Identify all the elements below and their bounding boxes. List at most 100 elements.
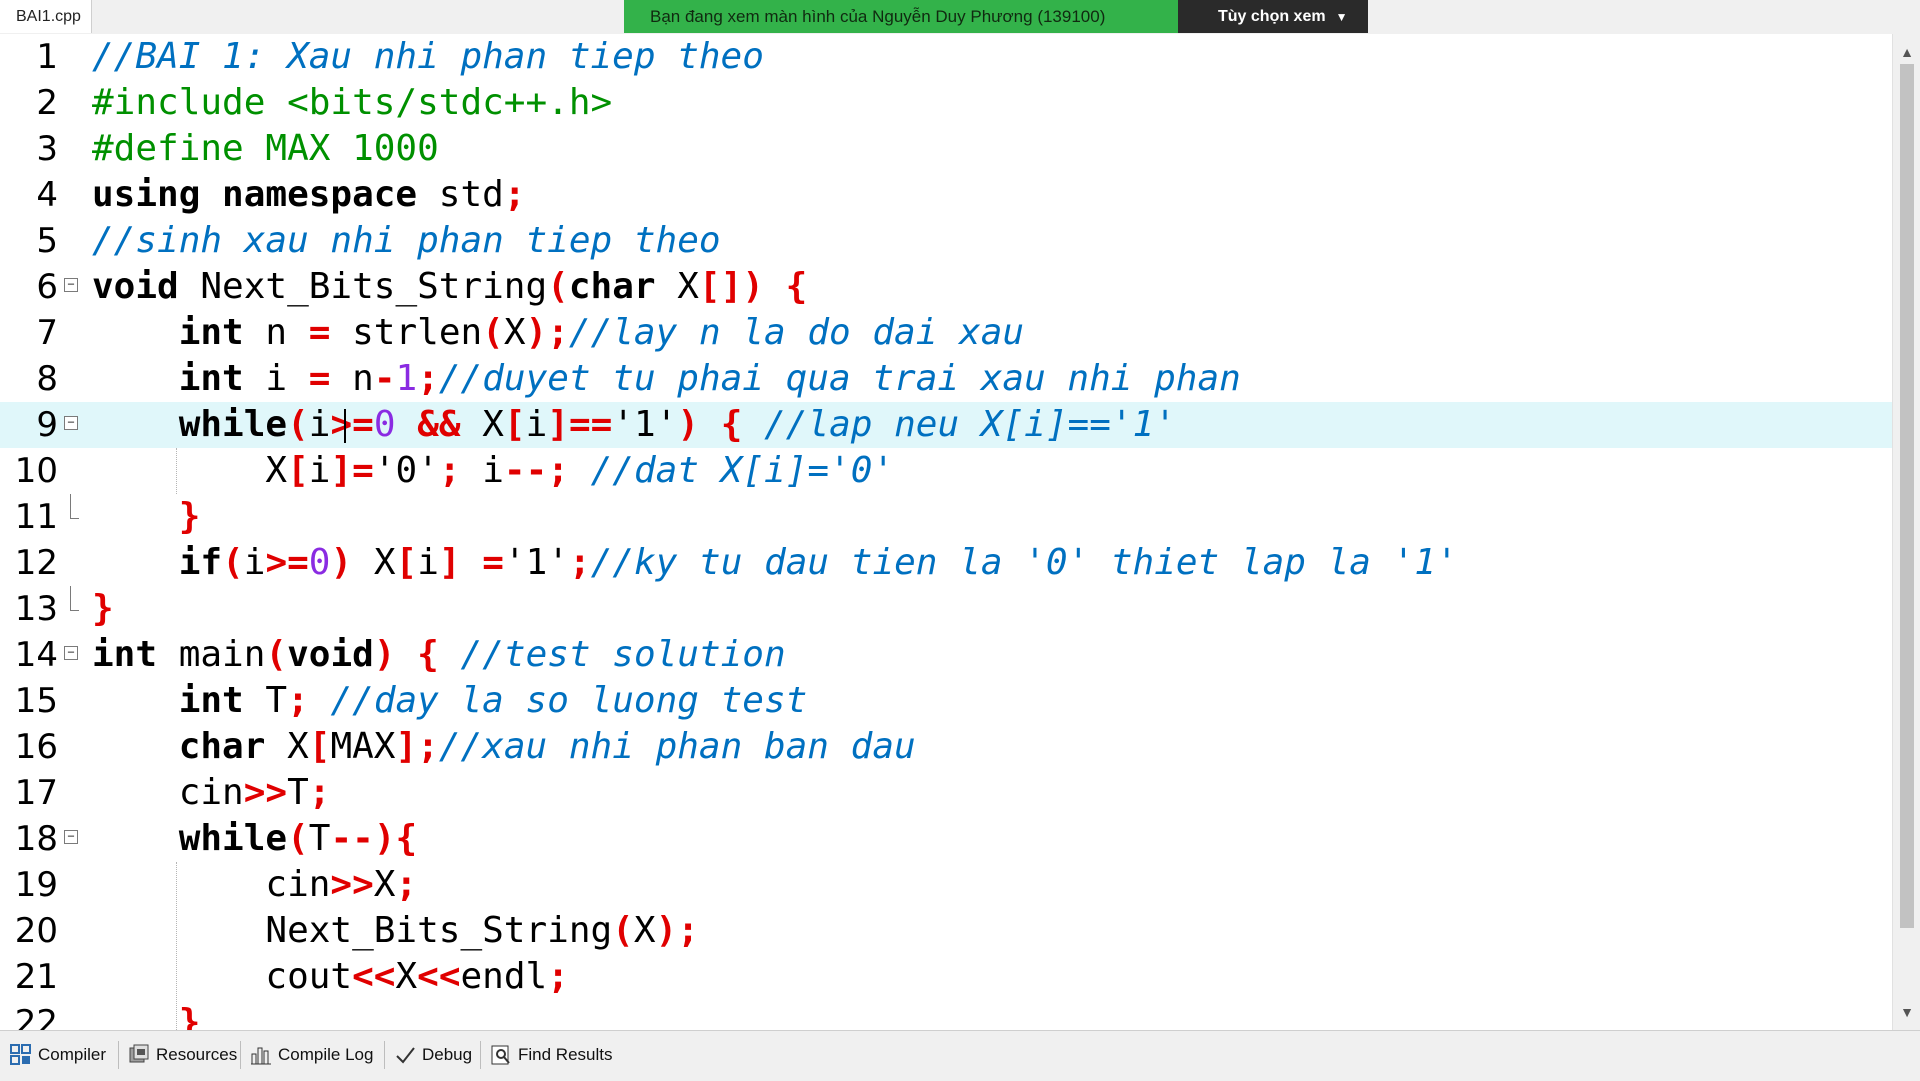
line-number: 8 (36, 359, 58, 399)
indent-guide (176, 862, 177, 1030)
tab-compiler[interactable]: Compiler (10, 1041, 106, 1069)
fold-end-marker (70, 494, 79, 519)
tab-separator (240, 1041, 241, 1069)
code-line: 22 } (0, 1000, 1892, 1030)
code-text: int T; //day la so luong test (178, 680, 808, 721)
code-line: 1 //BAI 1: Xau nhi phan tiep theo (0, 34, 1892, 80)
code-text: //sinh xau nhi phan tiep theo (92, 220, 721, 261)
line-number: 13 (14, 589, 58, 629)
bottom-panel-tabs: Compiler Resources Compile Log Debug Fin… (0, 1030, 1920, 1081)
code-line: 13 } (0, 586, 1892, 632)
indent-guide (176, 448, 177, 494)
code-line: 3 #define MAX 1000 (0, 126, 1892, 172)
fold-collapse-icon[interactable]: − (64, 416, 78, 430)
code-line: 21 cout<<X<<endl; (0, 954, 1892, 1000)
line-number: 14 (14, 635, 58, 675)
code-line: 2 #include <bits/stdc++.h> (0, 80, 1892, 126)
line-number: 12 (14, 543, 58, 583)
resources-icon (128, 1044, 150, 1066)
code-line: 6 − void Next_Bits_String(char X[]) { (0, 264, 1892, 310)
line-number: 20 (14, 911, 58, 951)
tab-separator (384, 1041, 385, 1069)
line-number: 2 (36, 83, 58, 123)
code-text: while(T--){ (178, 818, 418, 859)
tab-compiler-label: Compiler (38, 1045, 107, 1064)
share-banner-text: Bạn đang xem màn hình của Nguyễn Duy Phư… (624, 0, 1178, 33)
code-text: int i = n-1;//duyet tu phai qua trai xau… (178, 358, 1241, 399)
bar-chart-icon (250, 1044, 272, 1066)
compiler-grid-icon (10, 1044, 32, 1066)
fold-collapse-icon[interactable]: − (64, 278, 78, 292)
line-number: 17 (14, 773, 58, 813)
code-text: using namespace std; (92, 174, 526, 215)
line-number: 21 (14, 957, 58, 997)
scrollbar-thumb[interactable] (1900, 64, 1914, 928)
code-line: 14 − int main(void) { //test solution (0, 632, 1892, 678)
file-tab-label: BAI1.cpp (16, 7, 81, 25)
line-number: 5 (36, 221, 58, 261)
line-number: 18 (14, 819, 58, 859)
code-line: 8 int i = n-1;//duyet tu phai qua trai x… (0, 356, 1892, 402)
scroll-up-icon[interactable]: ▲ (1893, 40, 1920, 64)
code-line: 17 cin>>T; (0, 770, 1892, 816)
code-text: cout<<X<<endl; (92, 956, 569, 997)
line-number: 22 (14, 1003, 58, 1030)
tab-find-results-label: Find Results (518, 1045, 613, 1064)
code-text: int main(void) { //test solution (92, 634, 786, 675)
line-number: 15 (14, 681, 58, 721)
find-results-icon (490, 1044, 512, 1066)
code-text: } (92, 588, 114, 629)
code-line: 18 − while(T--){ (0, 816, 1892, 862)
fold-collapse-icon[interactable]: − (64, 830, 78, 844)
file-tab[interactable]: BAI1.cpp (0, 0, 92, 33)
code-text: int n = strlen(X);//lay n la do dai xau (178, 312, 1025, 353)
line-number: 9 (36, 405, 58, 445)
code-text: cin>>T; (92, 772, 331, 813)
view-options-label: Tùy chọn xem (1218, 7, 1326, 25)
line-number: 11 (14, 497, 58, 537)
tab-find-results[interactable]: Find Results (490, 1041, 612, 1069)
fold-end-marker (70, 586, 79, 611)
code-line: 4 using namespace std; (0, 172, 1892, 218)
code-line: 19 cin>>X; (0, 862, 1892, 908)
code-line: 10 X[i]='0'; i--; //dat X[i]='0' (0, 448, 1892, 494)
view-options-button[interactable]: Tùy chọn xem ▼ (1178, 0, 1368, 33)
tab-separator (118, 1041, 119, 1069)
code-text: X[i]='0'; i--; //dat X[i]='0' (92, 450, 895, 491)
file-tab-bar: BAI1.cpp Bạn đang xem màn hình của Nguyễ… (0, 0, 1920, 35)
line-number: 3 (36, 129, 58, 169)
code-text: #define MAX 1000 (92, 128, 439, 169)
code-text: #include <bits/stdc++.h> (92, 82, 613, 123)
code-line: 12 if(i>=0) X[i] ='1';//ky tu dau tien l… (0, 540, 1892, 586)
code-editor[interactable]: 1 //BAI 1: Xau nhi phan tiep theo 2 #inc… (0, 34, 1892, 1030)
tab-debug-label: Debug (422, 1045, 473, 1064)
line-number: 10 (14, 451, 58, 491)
screen-share-banner: Bạn đang xem màn hình của Nguyễn Duy Phư… (624, 0, 1368, 33)
code-text: } (178, 1002, 201, 1030)
checkmark-icon (394, 1044, 416, 1066)
code-line: 20 Next_Bits_String(X); (0, 908, 1892, 954)
code-line: 7 int n = strlen(X);//lay n la do dai xa… (0, 310, 1892, 356)
tab-compile-log-label: Compile Log (278, 1045, 374, 1064)
chevron-down-icon: ▼ (1335, 9, 1348, 24)
tab-compile-log[interactable]: Compile Log (250, 1041, 373, 1069)
line-number: 7 (36, 313, 58, 353)
code-text: cin>>X; (92, 864, 418, 905)
code-text: void Next_Bits_String(char X[]) { (92, 266, 808, 307)
code-line-active: 9 − while(i>=0 && X[i]=='1') { //lap neu… (0, 402, 1892, 448)
tab-resources-label: Resources (156, 1045, 238, 1064)
code-text: //BAI 1: Xau nhi phan tiep theo (92, 36, 764, 77)
code-line: 11 } (0, 494, 1892, 540)
line-number: 4 (36, 175, 58, 215)
line-number: 16 (14, 727, 58, 767)
line-number: 6 (36, 267, 58, 307)
tab-debug[interactable]: Debug (394, 1041, 472, 1069)
code-text: while(i>=0 && X[i]=='1') { //lap neu X[i… (178, 404, 1176, 445)
line-number: 19 (14, 865, 58, 905)
scroll-down-icon[interactable]: ▼ (1893, 1000, 1920, 1024)
code-text: } (178, 496, 201, 537)
tab-resources[interactable]: Resources (128, 1041, 237, 1069)
tab-separator (480, 1041, 481, 1069)
vertical-scrollbar[interactable]: ▲ ▼ (1892, 34, 1920, 1030)
fold-collapse-icon[interactable]: − (64, 646, 78, 660)
